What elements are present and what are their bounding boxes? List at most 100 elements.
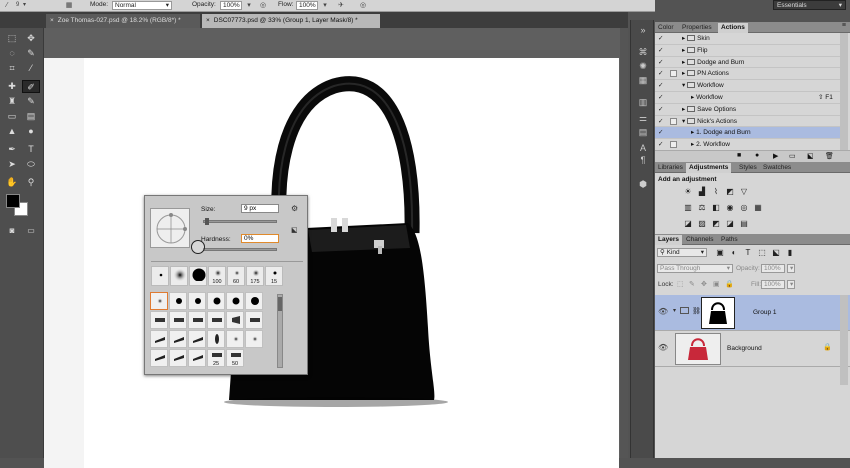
dodge-tool-icon[interactable]: ● (22, 125, 40, 138)
eraser-tool-icon[interactable]: ▭ (3, 110, 21, 123)
brush-preset[interactable] (188, 349, 206, 367)
lock-artboard-icon[interactable]: ▣ (713, 280, 720, 288)
brush-preset[interactable] (151, 266, 169, 286)
hardness-input[interactable] (241, 234, 279, 243)
filter-adjustment-icon[interactable]: ◐ (729, 248, 739, 257)
flow-slider-toggle[interactable]: ▾ (320, 1, 330, 10)
vertical-scrollbar[interactable] (620, 28, 628, 458)
quick-mask-icon[interactable]: ◙ (3, 224, 21, 237)
pressure-size-icon[interactable]: ◎ (358, 1, 368, 10)
paragraph-icon[interactable]: ¶ (636, 154, 650, 166)
action-row[interactable]: ✓ ▾ Nick's Actions (655, 116, 840, 128)
filter-type-icon[interactable]: T (743, 248, 753, 257)
selective-color-icon[interactable]: ◪ (725, 219, 735, 228)
levels-icon[interactable]: ▟ (697, 187, 707, 196)
preset-scrollbar[interactable] (277, 294, 283, 368)
tab-actions[interactable]: Actions (718, 23, 748, 33)
tab-dsc07773[interactable]: × DSC07773.psd @ 33% (Group 1, Layer Mask… (202, 14, 380, 28)
blur-tool-icon[interactable]: ▲ (3, 125, 21, 138)
brush-preset[interactable] (245, 311, 263, 329)
play-icon[interactable]: ▶ (773, 152, 778, 160)
brush-settings-icon[interactable]: ▦ (636, 74, 650, 86)
filter-pixel-icon[interactable]: ▣ (715, 248, 725, 257)
action-row[interactable]: ✓ ▸ Flip (655, 45, 840, 57)
pressure-opacity-icon[interactable]: ◎ (258, 1, 268, 10)
brush-preset[interactable] (169, 349, 187, 367)
brush-preset[interactable] (169, 311, 187, 329)
brush-preset[interactable] (245, 292, 263, 310)
size-slider[interactable] (203, 220, 277, 223)
hardness-slider[interactable] (203, 248, 277, 251)
filter-toggle-icon[interactable]: ▮ (785, 248, 795, 257)
brush-tip-preview[interactable] (150, 208, 190, 248)
new-action-icon[interactable]: ⬕ (807, 152, 814, 160)
chain-link-icon[interactable]: ⛓ (692, 307, 701, 315)
black-white-icon[interactable]: ◧ (711, 203, 721, 212)
tab-color[interactable]: Color (655, 23, 677, 33)
lock-position-icon[interactable]: ✥ (701, 280, 707, 288)
layer-mask-thumbnail[interactable] (701, 297, 735, 329)
action-row[interactable]: ✓ ▸ Save Options (655, 104, 840, 116)
brush-preset[interactable]: 50 (226, 349, 244, 367)
flow-field[interactable]: 100% (296, 1, 318, 10)
action-row[interactable]: ✓ ▾ Workflow (655, 80, 840, 92)
tab-adjustments[interactable]: Adjustments (686, 163, 732, 173)
close-icon[interactable]: × (206, 17, 210, 24)
airbrush-icon[interactable]: ✈ (336, 1, 346, 10)
brush-panel-toggle-icon[interactable]: ▦ (64, 1, 74, 10)
history-icon[interactable]: ⌘ (636, 46, 650, 58)
brush-preset[interactable]: 60 (227, 266, 245, 286)
action-row-selected[interactable]: ✓ ▸ 1. Dodge and Burn (655, 127, 840, 140)
brush-preset[interactable]: 15 (265, 266, 283, 286)
zoom-tool-icon[interactable]: ⚲ (22, 176, 40, 189)
collapse-icon[interactable]: » (636, 24, 650, 36)
fill-dropdown[interactable]: ▾ (787, 280, 795, 289)
eyedropper-tool-icon[interactable]: ⁄ (22, 62, 40, 75)
brush-preset[interactable]: 100 (208, 266, 226, 286)
3d-icon[interactable]: ⬢ (636, 178, 650, 190)
layer-row-background[interactable]: 👁 Background 🔒 (655, 331, 850, 367)
hue-sat-icon[interactable]: ▥ (683, 203, 693, 212)
action-row[interactable]: ✓ ▸ PN Actions (655, 68, 840, 81)
filter-smart-icon[interactable]: ⬕ (771, 248, 781, 257)
properties-icon[interactable]: ⚌ (636, 112, 650, 124)
mode-select[interactable]: Normal ▾ (112, 1, 172, 10)
brush-preset[interactable] (169, 292, 187, 310)
brush-tool-icon[interactable]: ✐ (22, 80, 40, 93)
actions-scrollbar[interactable] (840, 33, 848, 150)
action-row[interactable]: ✓ ▸ Skin (655, 33, 840, 45)
brightness-icon[interactable]: ☀ (683, 187, 693, 196)
healing-brush-tool-icon[interactable]: ✚ (3, 80, 21, 93)
photo-filter-icon[interactable]: ◉ (725, 203, 735, 212)
lock-pixels-icon[interactable]: ✎ (689, 280, 695, 288)
brush-preset[interactable] (207, 311, 225, 329)
filter-shape-icon[interactable]: ⬚ (757, 248, 767, 257)
brush-preset[interactable] (245, 330, 263, 348)
eye-icon[interactable]: 👁 (658, 343, 668, 352)
hand-tool-icon[interactable]: ✋ (3, 176, 21, 189)
posterize-icon[interactable]: ▨ (697, 219, 707, 228)
brush-preset[interactable] (226, 311, 244, 329)
marquee-tool-icon[interactable]: ⬚ (3, 32, 21, 45)
opacity-field[interactable]: 100% (220, 1, 242, 10)
clone-stamp-tool-icon[interactable]: ♜ (3, 95, 21, 108)
lasso-tool-icon[interactable]: ◌ (3, 47, 21, 60)
brush-preset[interactable] (150, 311, 168, 329)
brush-preset[interactable] (150, 330, 168, 348)
brush-preset[interactable] (169, 330, 187, 348)
layer-row-group-1[interactable]: 👁 ▾ ⛓ Group 1 (655, 295, 850, 331)
brush-preset[interactable] (189, 266, 207, 286)
document-canvas[interactable] (44, 58, 619, 468)
brush-preset[interactable] (150, 292, 168, 310)
brush-preset[interactable]: 175 (246, 266, 264, 286)
size-slider-handle[interactable] (205, 218, 209, 225)
tab-properties[interactable]: Properties (679, 23, 715, 33)
layer-filter-select[interactable]: ⚲ Kind ▾ (657, 248, 707, 257)
history-brush-tool-icon[interactable]: ✎ (22, 95, 40, 108)
channel-mixer-icon[interactable]: ◎ (739, 203, 749, 212)
pen-tool-icon[interactable]: ✒ (3, 143, 21, 156)
gradient-tool-icon[interactable]: ▤ (22, 110, 40, 123)
lock-all-icon[interactable]: 🔒 (725, 280, 734, 288)
record-icon[interactable]: ● (755, 152, 759, 159)
brush-preset[interactable] (188, 311, 206, 329)
